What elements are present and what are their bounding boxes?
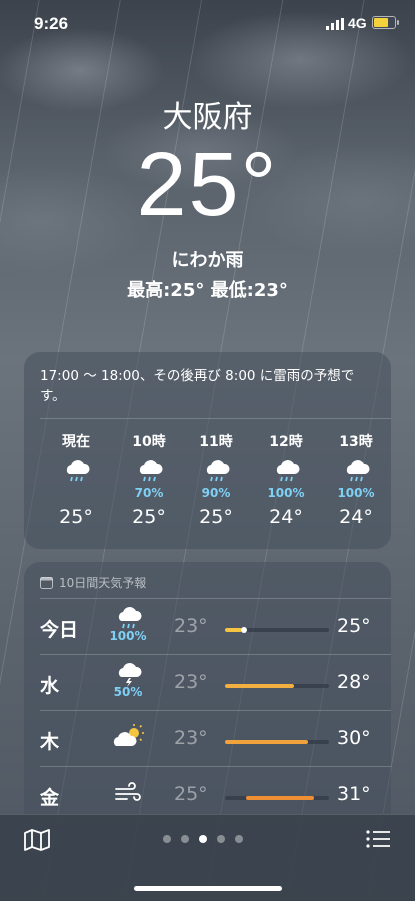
low-temperature: 23° bbox=[174, 727, 208, 749]
day-label: 木 bbox=[40, 731, 60, 753]
bottom-toolbar bbox=[0, 814, 415, 901]
temperature-range-fill bbox=[245, 796, 315, 800]
hour-temperature: 24° bbox=[269, 506, 303, 528]
rain-cloud-icon bbox=[119, 458, 179, 486]
hour-item: 11時 90% 25° bbox=[186, 432, 246, 528]
rain-cloud-icon bbox=[386, 458, 391, 486]
temperature-range-bar bbox=[225, 796, 329, 800]
hour-label: 12時 bbox=[269, 434, 303, 450]
list-icon[interactable] bbox=[366, 829, 390, 849]
hour-temperature: 24° bbox=[339, 506, 373, 528]
hour-label: 10時 bbox=[132, 434, 166, 450]
page-dot[interactable] bbox=[235, 835, 243, 843]
temperature-range-bar bbox=[225, 684, 329, 688]
hour-item: 現在 25° bbox=[46, 432, 106, 528]
hour-label: 現在 bbox=[62, 434, 90, 450]
low-temperature: 23° bbox=[174, 671, 208, 693]
page-indicator[interactable] bbox=[163, 835, 243, 843]
hour-item: 12時 100% 24° bbox=[256, 432, 316, 528]
high-temperature: 28° bbox=[337, 671, 371, 693]
high-temperature: 25° bbox=[337, 615, 371, 637]
thunderstorm-icon: 50% bbox=[108, 661, 148, 701]
precip-chance: 100% bbox=[337, 486, 375, 500]
hour-item: 13時 100% 24° bbox=[326, 432, 386, 528]
network-type: 4G bbox=[348, 15, 367, 31]
temperature-range-bar bbox=[225, 627, 329, 633]
page-dot[interactable] bbox=[199, 835, 207, 843]
high-temperature: 30° bbox=[337, 727, 371, 749]
precip-chance bbox=[46, 486, 106, 500]
city-name: 大阪府 bbox=[162, 100, 253, 135]
hour-item: 10時 70% 25° bbox=[119, 432, 179, 528]
rain-cloud-icon bbox=[256, 458, 316, 486]
day-row[interactable]: 木 23° 30° bbox=[24, 711, 391, 767]
ten-day-header-label: 10日間天気予報 bbox=[59, 576, 147, 590]
precip-chance: 50% bbox=[113, 685, 143, 699]
current-temperature-marker bbox=[240, 627, 247, 633]
hour-label: 13時 bbox=[339, 434, 373, 450]
rain-cloud-icon: 100% bbox=[108, 605, 148, 645]
precip-chance: 100% bbox=[109, 629, 147, 643]
hour-temperature: 25° bbox=[132, 506, 166, 528]
hour-temperature: 2 bbox=[386, 506, 391, 528]
low-temperature: 25° bbox=[174, 783, 208, 805]
day-row[interactable]: 今日 100% 23° 25° bbox=[24, 599, 391, 655]
high-temperature: 31° bbox=[337, 783, 371, 805]
day-label: 水 bbox=[40, 675, 60, 697]
page-dot[interactable] bbox=[217, 835, 225, 843]
temperature-range-bar bbox=[225, 740, 329, 744]
hourly-forecast-card[interactable]: 17:00 〜 18:00、その後再び 8:00 に雷雨の予想です。 現在 25°… bbox=[24, 352, 391, 549]
cellular-signal-icon bbox=[326, 18, 344, 30]
hour-label: 11時 bbox=[199, 434, 233, 450]
temperature-range-fill bbox=[225, 740, 309, 744]
hour-temperature: 25° bbox=[59, 506, 93, 528]
wind-icon bbox=[108, 773, 148, 813]
ten-day-forecast-card[interactable]: 10日間天気予報 今日 100% 23° 25° 水 50% 23° 28° 木 23° 30° 金 2… bbox=[24, 562, 391, 822]
forecast-summary: 17:00 〜 18:00、その後再び 8:00 に雷雨の予想です。 bbox=[40, 368, 355, 404]
hourly-scroll[interactable]: 現在 25° 10時 70% 25° 11時 90% 25° 12時 100% 24° 13時 100%… bbox=[24, 432, 391, 542]
precip-chance: 70% bbox=[134, 486, 164, 500]
current-temperature: 25° bbox=[136, 135, 279, 235]
page-dot[interactable] bbox=[163, 835, 171, 843]
rain-cloud-icon bbox=[46, 458, 106, 486]
precip-chance: 100% bbox=[267, 486, 305, 500]
page-dot[interactable] bbox=[181, 835, 189, 843]
battery-icon bbox=[372, 16, 399, 29]
hour-temperature: 25° bbox=[199, 506, 233, 528]
map-icon[interactable] bbox=[24, 829, 50, 851]
precip-chance: 90% bbox=[201, 486, 231, 500]
calendar-icon bbox=[40, 577, 53, 589]
status-bar: 9:26 4G bbox=[0, 0, 415, 48]
precip-chance: 10 bbox=[386, 486, 391, 500]
temperature-range-fill bbox=[225, 628, 242, 632]
high-low-temperature: 最高:25° 最低:23° bbox=[127, 280, 288, 301]
ten-day-header: 10日間天気予報 bbox=[40, 574, 146, 591]
temperature-range-fill bbox=[225, 684, 294, 688]
status-time: 9:26 bbox=[34, 14, 69, 33]
home-indicator bbox=[134, 886, 282, 891]
low-temperature: 23° bbox=[174, 615, 208, 637]
rain-cloud-icon bbox=[186, 458, 246, 486]
divider bbox=[40, 418, 391, 419]
rain-cloud-icon bbox=[326, 458, 386, 486]
day-label: 金 bbox=[40, 787, 60, 809]
hour-label: 14 bbox=[386, 432, 391, 452]
day-row[interactable]: 水 50% 23° 28° bbox=[24, 655, 391, 711]
hour-item: 14 10 2 bbox=[386, 432, 391, 528]
day-label: 今日 bbox=[40, 619, 79, 641]
weather-condition: にわか雨 bbox=[171, 250, 244, 271]
partly-sunny-icon bbox=[108, 717, 148, 757]
